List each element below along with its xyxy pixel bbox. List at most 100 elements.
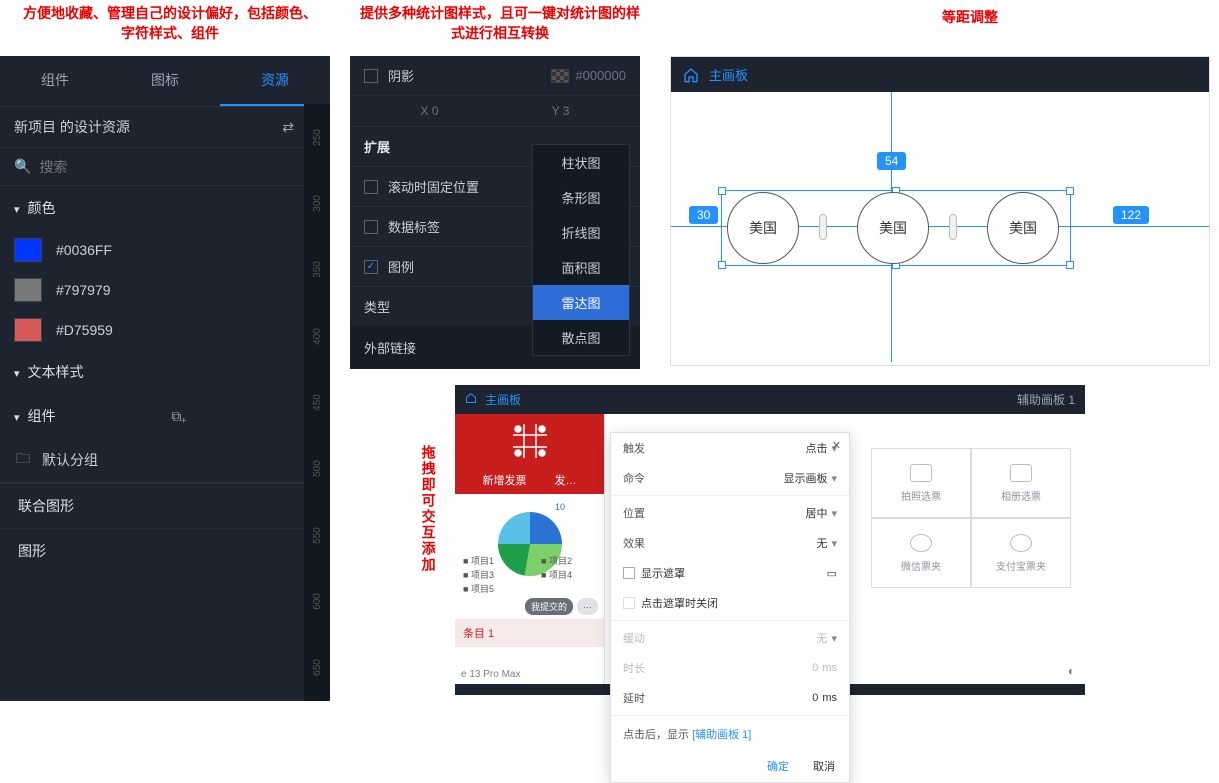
spacer-1[interactable] xyxy=(819,214,827,240)
tab-resources[interactable]: 资源 xyxy=(220,56,330,106)
component-item-1[interactable]: 图形 xyxy=(0,528,330,573)
trigger-label: 触发 xyxy=(623,440,681,456)
menu-scatter[interactable]: 散点图 xyxy=(533,320,629,355)
color-item-1[interactable]: #797979 xyxy=(0,270,330,310)
folder-icon: 🗀 xyxy=(14,448,32,472)
duration-label: 时长 xyxy=(623,660,681,676)
grid-icon xyxy=(513,424,547,458)
delay-label: 延时 xyxy=(623,690,681,706)
aux-camera[interactable]: 拍照选票 xyxy=(871,448,971,518)
resource-tabs: 组件 图标 资源 xyxy=(0,56,330,107)
handle-nw[interactable] xyxy=(718,187,726,195)
xy-row: X 0 Y 3 xyxy=(350,96,640,127)
pie-annotation: 10 xyxy=(555,502,565,512)
section-colors[interactable]: 颜色 ＋ xyxy=(0,186,330,230)
y-label: Y 3 xyxy=(495,98,626,124)
cancel-button[interactable]: 取消 xyxy=(813,758,835,774)
pill-other[interactable]: … xyxy=(577,598,598,615)
menu-area[interactable]: 面积图 xyxy=(533,250,629,285)
mask-toggle[interactable]: ▭ xyxy=(827,567,837,580)
ok-button[interactable]: 确定 xyxy=(767,758,789,774)
checkbox[interactable] xyxy=(364,180,378,194)
type-label: 类型 xyxy=(364,297,390,316)
phone-tab-add[interactable]: 新增发票 xyxy=(483,472,527,488)
chevron-down-icon xyxy=(14,200,20,216)
menu-radar[interactable]: 雷达图 xyxy=(533,285,629,320)
section-colors-label: 颜色 xyxy=(28,198,56,218)
phone-tab-list[interactable]: 发… xyxy=(555,472,577,488)
breadcrumb-label: 主画板 xyxy=(709,65,748,84)
shadow-color-chip[interactable] xyxy=(551,69,569,83)
stage: 新增发票发… ■ 项目1 ■ 项目2 ■ 项目3 ■ 项目4 ■ 项目5 10 … xyxy=(455,414,1085,684)
effect-label: 效果 xyxy=(623,535,681,551)
menu-hbar[interactable]: 条形图 xyxy=(533,180,629,215)
effect-select[interactable]: 无 xyxy=(816,535,837,551)
aux-wechat[interactable]: 微信票夹 xyxy=(871,518,971,588)
aux-alipay[interactable]: 支付宝票夹 xyxy=(971,518,1071,588)
close-icon[interactable]: ✕ xyxy=(832,439,841,452)
interaction-panel: 主画板 辅助画板 1 新增发票 发… ■ 项目1 ■ 项目2 ■ 项目3 ■ 项目… xyxy=(455,385,1085,695)
phone-pie: ■ 项目1 ■ 项目2 ■ 项目3 ■ 项目4 ■ 项目5 10 xyxy=(455,494,604,594)
device-label: e 13 Pro Max xyxy=(461,669,520,680)
folder-label: 默认分组 xyxy=(42,450,98,470)
handle-ne[interactable] xyxy=(1066,187,1074,195)
folder-default[interactable]: 🗀 默认分组 xyxy=(0,438,330,483)
legend-4: ■ 项目4 xyxy=(541,568,572,581)
external-link-label: 外部链接 xyxy=(364,338,416,357)
shadow-checkbox[interactable] xyxy=(364,69,378,83)
position-select[interactable]: 居中 xyxy=(805,505,837,521)
section-components[interactable]: 组件 ⧉₊ ＋ xyxy=(0,394,330,438)
wechat-icon xyxy=(910,534,932,552)
search-input[interactable] xyxy=(39,159,303,175)
swap-icon[interactable]: ⇄ xyxy=(282,119,294,136)
swatch-icon xyxy=(14,278,42,302)
close-on-mask-row: 点击遮罩时关闭 xyxy=(611,588,849,618)
breadcrumb-label: 主画板 xyxy=(485,391,521,408)
chevron-down-icon xyxy=(14,364,20,380)
search-row: 🔍 ☰ xyxy=(0,148,330,186)
help-icon[interactable]: ◐ xyxy=(1068,664,1075,678)
pill-mine[interactable]: 我提交的 xyxy=(525,598,573,615)
delay-input[interactable]: 0 ms xyxy=(812,692,837,704)
home-icon[interactable] xyxy=(683,67,699,83)
color-hex: #797979 xyxy=(56,282,111,298)
spacer-2[interactable] xyxy=(949,214,957,240)
home-icon[interactable] xyxy=(465,392,477,407)
menu-line[interactable]: 折线图 xyxy=(533,215,629,250)
component-item-0[interactable]: 联合图形 xyxy=(0,483,330,528)
ease-select: 无 xyxy=(816,630,837,646)
checkbox[interactable] xyxy=(364,220,378,234)
swatch-icon xyxy=(14,318,42,342)
target-link[interactable]: [辅助画板 1] xyxy=(692,729,751,741)
color-hex: #D75959 xyxy=(56,322,113,338)
aux-board-label: 辅助画板 1 xyxy=(1017,391,1075,408)
menu-bar[interactable]: 柱状图 xyxy=(533,145,629,180)
color-item-2[interactable]: #D75959 xyxy=(0,310,330,350)
caption-2: 提供多种统计图样式，且可一键对统计图的样式进行相互转换 xyxy=(360,4,640,43)
legend-1: ■ 项目1 xyxy=(463,554,494,567)
shadow-row: 阴影 #000000 xyxy=(350,56,640,96)
canvas[interactable]: 54 30 122 美国 美国 美国 xyxy=(671,92,1209,362)
list-strip[interactable]: 条目 1 xyxy=(455,619,604,647)
color-item-0[interactable]: #0036FF xyxy=(0,230,330,270)
chevron-down-icon xyxy=(14,408,20,424)
mask-checkbox[interactable] xyxy=(623,567,635,579)
ruler: 250300350 400450500 550600650 xyxy=(304,104,330,701)
mask-row[interactable]: 显示遮罩▭ xyxy=(611,558,849,588)
swatch-icon xyxy=(14,238,42,262)
command-label: 命令 xyxy=(623,470,681,486)
command-select[interactable]: 显示画板 xyxy=(783,470,837,486)
tab-icons[interactable]: 图标 xyxy=(110,56,220,106)
tab-components[interactable]: 组件 xyxy=(0,56,110,106)
caption-1: 方便地收藏、管理自己的设计偏好，包括颜色、字符样式、组件 xyxy=(20,4,320,43)
checkbox[interactable] xyxy=(364,260,378,274)
shape-circle-1[interactable]: 美国 xyxy=(727,192,799,264)
shape-circle-3[interactable]: 美国 xyxy=(987,192,1059,264)
handle-se[interactable] xyxy=(1066,261,1074,269)
handle-sw[interactable] xyxy=(718,261,726,269)
aux-album[interactable]: 相册选票 xyxy=(971,448,1071,518)
shape-circle-2[interactable]: 美国 xyxy=(857,192,929,264)
section-text-styles[interactable]: 文本样式 ＋ xyxy=(0,350,330,394)
phone-preview: 新增发票发… ■ 项目1 ■ 项目2 ■ 项目3 ■ 项目4 ■ 项目5 10 … xyxy=(455,414,605,684)
add-folder-icon[interactable]: ⧉₊ xyxy=(171,408,186,425)
